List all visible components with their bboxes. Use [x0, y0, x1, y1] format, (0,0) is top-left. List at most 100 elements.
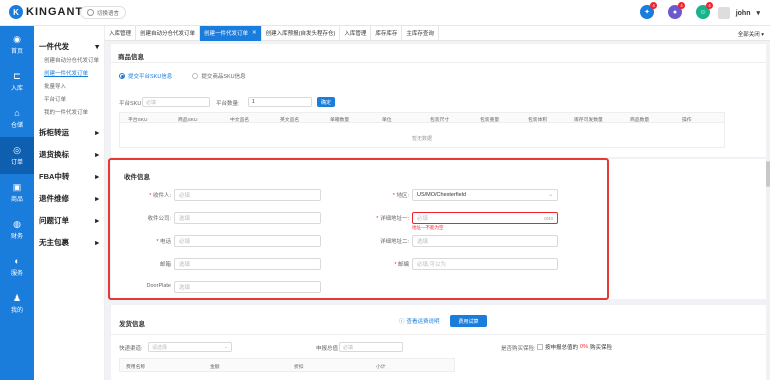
- sidebar-item-goods[interactable]: ▣ 商品: [0, 174, 34, 211]
- sidebar: ◉ 首页 ⊏ 入库 ⌂ 仓储 ◎ 订单 ▣ 商品 ◍ 财务 ◐ 服务 ♟ 我的: [0, 26, 34, 380]
- tab-stock[interactable]: 库存库存: [371, 25, 403, 41]
- checkbox-box: [537, 344, 543, 350]
- shipping-title: 发货信息: [119, 321, 145, 328]
- divider: [111, 62, 766, 63]
- globe-icon: [87, 9, 94, 16]
- tab-inbound[interactable]: 入库管理: [105, 25, 137, 41]
- platform-sku-label: 平台SKU: [119, 101, 142, 107]
- column-header: 费用名称: [126, 365, 146, 370]
- language-switch-label: 切换语言: [97, 10, 120, 17]
- insure-percent: 0%: [580, 344, 588, 350]
- close-icon[interactable]: ✕: [252, 30, 257, 36]
- chevron-icon: ▸: [95, 238, 99, 247]
- info-icon: ⓘ: [399, 319, 405, 325]
- fee-estimate-button[interactable]: 费用试算: [450, 315, 487, 327]
- menu-group-fba[interactable]: FBA中转 ▸: [34, 168, 104, 185]
- sidebar-item-warehouse[interactable]: ⌂ 仓储: [0, 100, 34, 137]
- empty-text: 暂无数据: [411, 136, 432, 142]
- qty-input[interactable]: 1: [248, 97, 312, 107]
- express-select[interactable]: 请选择 ⌄: [148, 342, 232, 352]
- tab-inbound-forecast[interactable]: 创建入库预报(自发头程存仓): [262, 25, 341, 41]
- service-badge: 4: [706, 2, 713, 9]
- column-header: 商品数量: [630, 118, 650, 123]
- menu-group-label: 无主包裹: [39, 238, 69, 247]
- express-label: 快递渠道:: [119, 346, 143, 352]
- menu-group-dropship[interactable]: 一件代发 ▾: [34, 38, 104, 55]
- chevron-icon: ▾: [95, 42, 99, 51]
- notification-badge: 4: [650, 2, 657, 9]
- tab-label: 创建一件代发订单: [204, 31, 249, 37]
- declare-label: 申报总值: [316, 346, 339, 352]
- menu-item-create-dropship[interactable]: 创建一件代发订单: [34, 68, 104, 81]
- radio-goods-sku[interactable]: 提交商品SKU信息: [192, 72, 246, 80]
- declare-input[interactable]: 必填: [339, 342, 403, 352]
- confirm-button[interactable]: 确定: [317, 97, 335, 107]
- menu-group-transfer[interactable]: 拆柜转运 ▸: [34, 124, 104, 141]
- column-header: 单位: [382, 118, 392, 123]
- menu-item-auto-dropship[interactable]: 创建自动分仓代发订单: [34, 55, 104, 68]
- column-header: 金额: [210, 365, 220, 370]
- menu-group-label: 拆柜转运: [39, 128, 69, 137]
- logo: K KINGANT: [9, 5, 83, 19]
- message-icon[interactable]: ● 4: [668, 2, 685, 19]
- menu-group-problem[interactable]: 问题订单 ▸: [34, 212, 104, 229]
- radio-label: 提交商品SKU信息: [201, 74, 246, 80]
- sidebar-item-home[interactable]: ◉ 首页: [0, 26, 34, 63]
- chevron-icon: ▸: [95, 150, 99, 159]
- bell-icon[interactable]: ✦ 4: [640, 2, 657, 19]
- sidebar-item-order[interactable]: ◎ 订单: [0, 137, 34, 174]
- platform-sku-input[interactable]: 必填: [142, 97, 210, 107]
- sidebar-item-label: 服务: [10, 270, 23, 277]
- scrollbar[interactable]: [766, 161, 770, 187]
- user-icon: ♟: [12, 292, 22, 303]
- sidebar-item-inbound[interactable]: ⊏ 入库: [0, 63, 34, 100]
- avatar: [717, 7, 730, 19]
- language-switch-button[interactable]: 切换语言: [80, 6, 127, 19]
- order-icon: ◎: [13, 144, 21, 155]
- column-header: 折扣: [294, 365, 304, 370]
- chevron-down-icon: ⌄: [223, 344, 228, 350]
- warehouse-icon: ⌂: [14, 107, 20, 118]
- secondary-menu: 一件代发 ▾ 创建自动分仓代发订单 创建一件代发订单 批量导入 平台订单 我的一件…: [34, 26, 105, 380]
- sidebar-item-label: 入库: [10, 85, 23, 92]
- tab-auto-dropship[interactable]: 创建自动分仓代发订单: [136, 25, 201, 41]
- column-header: 操作: [682, 118, 692, 123]
- sidebar-item-label: 我的: [10, 307, 23, 314]
- fee-table-header: 费用名称 金额 折扣 小计: [119, 358, 455, 372]
- fee-info-link[interactable]: ⓘ 查看运费说明: [399, 317, 440, 325]
- user-menu[interactable]: john ▾: [717, 7, 760, 19]
- column-header: 库存可发数量: [574, 118, 603, 123]
- menu-item-platform-orders[interactable]: 平台订单: [34, 94, 104, 107]
- column-header: 包装尺寸: [430, 118, 450, 123]
- sidebar-item-service[interactable]: ◐ 服务: [0, 248, 34, 285]
- shipping-card: 发货信息 ⓘ 查看运费说明 费用试算 快递渠道: 请选择 ⌄ 申报总值 必填 是否购…: [111, 305, 766, 380]
- service-icon: ◐: [14, 255, 20, 266]
- radio-platform-sku[interactable]: 提交平台SKU信息: [119, 72, 172, 80]
- menu-group-label: 退货换标: [39, 150, 69, 159]
- close-all-button[interactable]: 全部关闭 ▾: [738, 30, 764, 38]
- radio-dot: [192, 73, 199, 79]
- column-header: 包装体积: [528, 118, 548, 123]
- tab-main-stock[interactable]: 主库存查询: [402, 25, 439, 41]
- menu-item-my-dropship[interactable]: 我的一件代发订单: [34, 107, 104, 120]
- top-bar: K KINGANT 切换语言 ✦ 4 ● 4 ☺ 4 john ▾: [0, 0, 770, 26]
- menu-group-repair[interactable]: 退件维修 ▸: [34, 190, 104, 207]
- menu-group-unclaimed[interactable]: 无主包裹 ▸: [34, 234, 104, 251]
- tab-inbound-2[interactable]: 入库管理: [340, 25, 372, 41]
- goods-card: 商品信息 提交平台SKU信息 提交商品SKU信息 平台SKU 必填 平台数量: …: [111, 44, 766, 157]
- menu-group-return[interactable]: 退货换标 ▸: [34, 146, 104, 163]
- goods-table: 平台SKU 商品SKU 中文品名 英文品名 单箱数量 单位 包装尺寸 包装重量 …: [119, 112, 725, 148]
- sidebar-item-label: 订单: [10, 159, 23, 166]
- radio-dot: [119, 73, 125, 79]
- sidebar-item-finance[interactable]: ◍ 财务: [0, 211, 34, 248]
- highlight-box: [108, 158, 609, 300]
- user-name: john: [735, 9, 751, 17]
- service-icon[interactable]: ☺ 4: [696, 2, 713, 19]
- chevron-icon: ▸: [95, 216, 99, 225]
- insure-prefix: 按申报总值的: [545, 345, 579, 351]
- insure-checkbox[interactable]: 按申报总值的 0% 购买保险: [537, 343, 612, 351]
- sidebar-item-mine[interactable]: ♟ 我的: [0, 285, 34, 322]
- menu-item-batch-import[interactable]: 批量导入: [34, 81, 104, 94]
- goods-title: 商品信息: [118, 54, 144, 61]
- tab-create-dropship[interactable]: 创建一件代发订单 ✕: [200, 25, 262, 41]
